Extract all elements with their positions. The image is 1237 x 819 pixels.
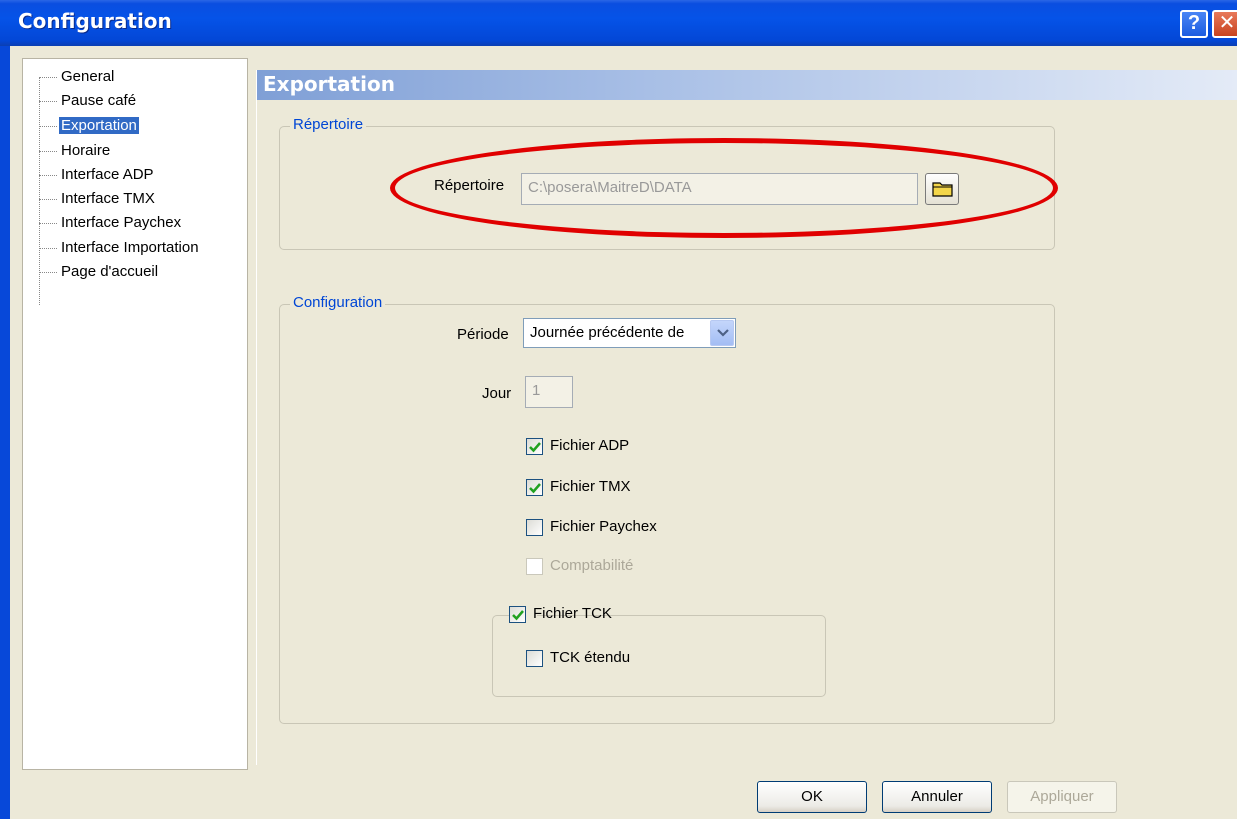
checkbox-box[interactable] [526, 650, 543, 667]
tree-item-label: Pause café [61, 92, 137, 109]
chevron-down-icon[interactable] [710, 320, 734, 346]
settings-page: Exportation Répertoire Répertoire C:\pos… [256, 70, 1237, 765]
cancel-button[interactable]: Annuler [882, 781, 992, 813]
tree-item-label: Page d'accueil [61, 263, 159, 280]
checkbox-label: Fichier TCK [533, 605, 612, 622]
checkbox-label: TCK étendu [550, 649, 631, 666]
tree-item-general[interactable]: General [39, 67, 116, 89]
configuration-window: Configuration ? ✕ General Pause café Exp… [0, 0, 1237, 819]
repertoire-group: Répertoire Répertoire C:\posera\MaitreD\… [279, 116, 1055, 250]
checkbox-box [526, 558, 543, 575]
periode-select[interactable]: Journée précédente de [523, 318, 736, 348]
apply-button: Appliquer [1007, 781, 1117, 813]
title-bar: Configuration ? ✕ [0, 0, 1237, 46]
tree-item-label: Interface Paychex [61, 214, 182, 231]
repertoire-label: Répertoire [434, 177, 505, 194]
tree-item-label: General [61, 68, 115, 85]
close-button[interactable]: ✕ [1212, 10, 1237, 38]
tree-item-interface-importation[interactable]: Interface Importation [39, 238, 201, 260]
page-title: Exportation [257, 70, 1237, 100]
check-icon [529, 442, 541, 453]
checkbox-box[interactable] [526, 438, 543, 455]
fichier-tck-checkbox[interactable]: Fichier TCK [509, 604, 612, 626]
tree-item-label: Interface TMX [61, 190, 155, 207]
check-icon [512, 610, 524, 621]
periode-label: Période [457, 326, 509, 343]
browse-folder-button[interactable] [925, 173, 959, 205]
tree-item-label: Exportation [59, 117, 139, 134]
tree-item-exportation[interactable]: Exportation [39, 116, 139, 138]
checkbox-label: Fichier TMX [550, 478, 631, 495]
ok-button[interactable]: OK [757, 781, 867, 813]
tree-item-horaire[interactable]: Horaire [39, 141, 112, 163]
tree-item-label: Interface ADP [61, 166, 154, 183]
navigation-tree: General Pause café Exportation Horaire I… [22, 58, 248, 770]
folder-icon [932, 182, 953, 197]
checkbox-box[interactable] [526, 479, 543, 496]
jour-field[interactable]: 1 [525, 376, 573, 408]
window-title: Configuration [18, 9, 172, 33]
checkbox-box[interactable] [526, 519, 543, 536]
tree-item-page-accueil[interactable]: Page d'accueil [39, 262, 160, 284]
repertoire-group-legend: Répertoire [290, 116, 367, 133]
tree-item-label: Horaire [61, 142, 111, 159]
tree-item-pause-cafe[interactable]: Pause café [39, 91, 138, 113]
window-border [0, 46, 10, 819]
repertoire-path-field[interactable]: C:\posera\MaitreD\DATA [521, 173, 918, 205]
tree-item-interface-tmx[interactable]: Interface TMX [39, 189, 157, 211]
check-icon [529, 483, 541, 494]
jour-label: Jour [482, 385, 512, 402]
periode-select-value: Journée précédente de [530, 324, 685, 341]
tree-item-interface-paychex[interactable]: Interface Paychex [39, 213, 183, 235]
tree-item-label: Interface Importation [61, 239, 199, 256]
help-button[interactable]: ? [1180, 10, 1208, 38]
fichier-tck-group: Fichier TCK TCK étendu [492, 604, 826, 697]
configuration-group: Configuration Période Journée précédente… [279, 294, 1055, 724]
checkbox-label: Fichier ADP [550, 437, 630, 454]
checkbox-label: Fichier Paychex [550, 518, 657, 535]
checkbox-box[interactable] [509, 606, 526, 623]
checkbox-label: Comptabilité [550, 557, 634, 574]
tree-item-interface-adp[interactable]: Interface ADP [39, 165, 156, 187]
configuration-group-legend: Configuration [290, 294, 386, 311]
